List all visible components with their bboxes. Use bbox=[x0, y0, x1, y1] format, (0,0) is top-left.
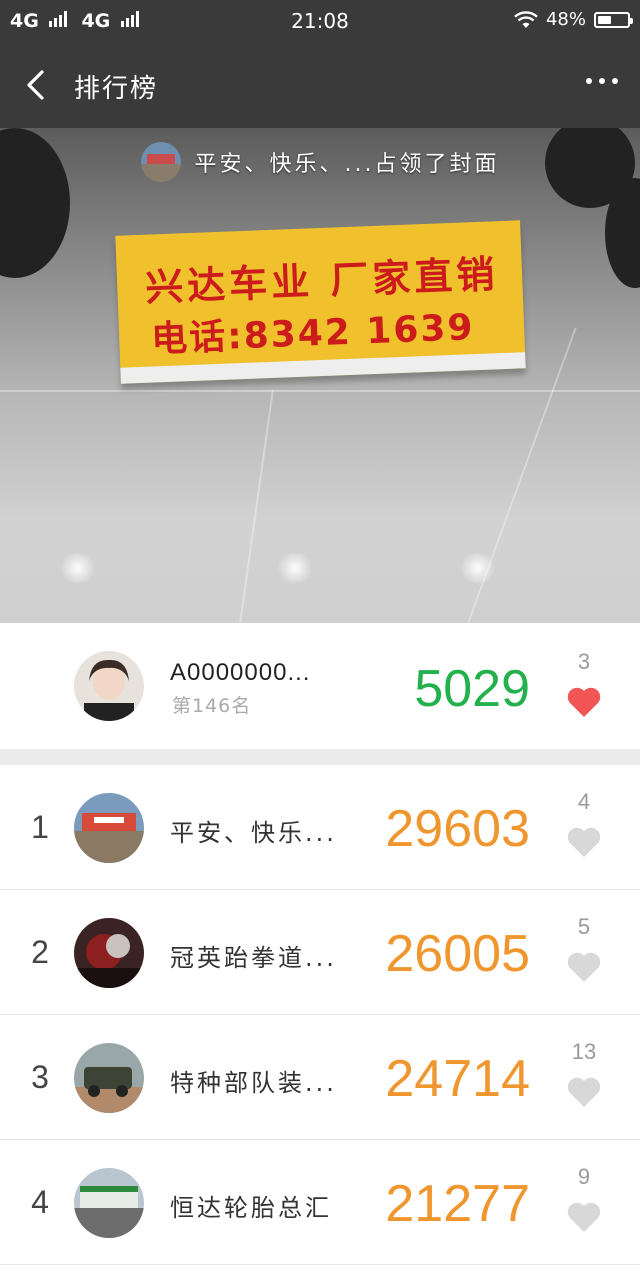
wifi-icon bbox=[514, 10, 538, 28]
step-count: 21277 bbox=[385, 1175, 530, 1233]
cover-caption-text: 平安、快乐、...占领了封面 bbox=[194, 152, 500, 177]
like-count: 9 bbox=[577, 1164, 591, 1189]
user-avatar bbox=[74, 793, 144, 863]
battery-icon bbox=[594, 11, 633, 28]
rank-number: 3 bbox=[31, 1059, 49, 1095]
rank-row[interactable]: 3 特种部队装... 24714 13 bbox=[0, 1015, 640, 1140]
section-divider bbox=[0, 749, 640, 765]
like-count: 5 bbox=[577, 914, 591, 939]
step-count: 24714 bbox=[385, 1050, 530, 1108]
like-count: 13 bbox=[571, 1039, 597, 1064]
rank-number: 4 bbox=[31, 1184, 49, 1220]
battery-percent: 48% bbox=[545, 9, 586, 30]
back-arrow-icon[interactable] bbox=[22, 68, 52, 102]
my-rank-row[interactable]: A0000000... 第146名 5029 3 bbox=[0, 623, 640, 749]
heart-icon[interactable] bbox=[566, 950, 602, 984]
cover-owner-avatar bbox=[140, 142, 181, 182]
user-name: 平安、快乐... bbox=[170, 819, 337, 847]
heart-icon[interactable] bbox=[566, 1200, 602, 1234]
cover-image: 平安、快乐、...占领了封面 兴达车业 厂家直销 电话:8342 1639 bbox=[0, 128, 640, 623]
page-title: 排行榜 bbox=[74, 74, 159, 104]
user-name: 冠英跆拳道... bbox=[170, 944, 337, 972]
my-avatar bbox=[74, 651, 144, 721]
heart-icon[interactable] bbox=[566, 1075, 602, 1109]
nav-bar: 排行榜 bbox=[0, 42, 640, 128]
heart-icon[interactable] bbox=[566, 825, 602, 859]
status-bar: 4G 4G 21:08 48% bbox=[0, 0, 640, 42]
step-count: 29603 bbox=[385, 800, 530, 858]
user-name: 恒达轮胎总汇 bbox=[170, 1194, 332, 1222]
rank-row[interactable]: 4 恒达轮胎总汇 21277 9 bbox=[0, 1140, 640, 1265]
my-rank-label: 第146名 bbox=[172, 695, 252, 717]
cover-caption: 平安、快乐、...占领了封面 bbox=[0, 142, 640, 182]
user-avatar bbox=[74, 1043, 144, 1113]
like-count: 4 bbox=[577, 789, 591, 814]
my-step-count: 5029 bbox=[414, 660, 530, 718]
my-name: A0000000... bbox=[170, 659, 311, 686]
rank-number: 1 bbox=[31, 809, 49, 845]
like-count: 3 bbox=[577, 649, 591, 674]
shop-sign: 兴达车业 厂家直销 电话:8342 1639 bbox=[115, 220, 526, 384]
user-avatar bbox=[74, 1168, 144, 1238]
rank-number: 2 bbox=[31, 934, 49, 970]
sign-line-2: 电话:8342 1639 bbox=[150, 307, 476, 361]
more-options-icon[interactable] bbox=[586, 78, 618, 84]
rank-row[interactable]: 1 平安、快乐... 29603 4 bbox=[0, 765, 640, 890]
step-count: 26005 bbox=[385, 925, 530, 983]
rank-row[interactable]: 2 冠英跆拳道... 26005 5 bbox=[0, 890, 640, 1015]
user-avatar bbox=[74, 918, 144, 988]
heart-icon[interactable] bbox=[566, 685, 602, 719]
user-name: 特种部队装... bbox=[170, 1069, 337, 1097]
